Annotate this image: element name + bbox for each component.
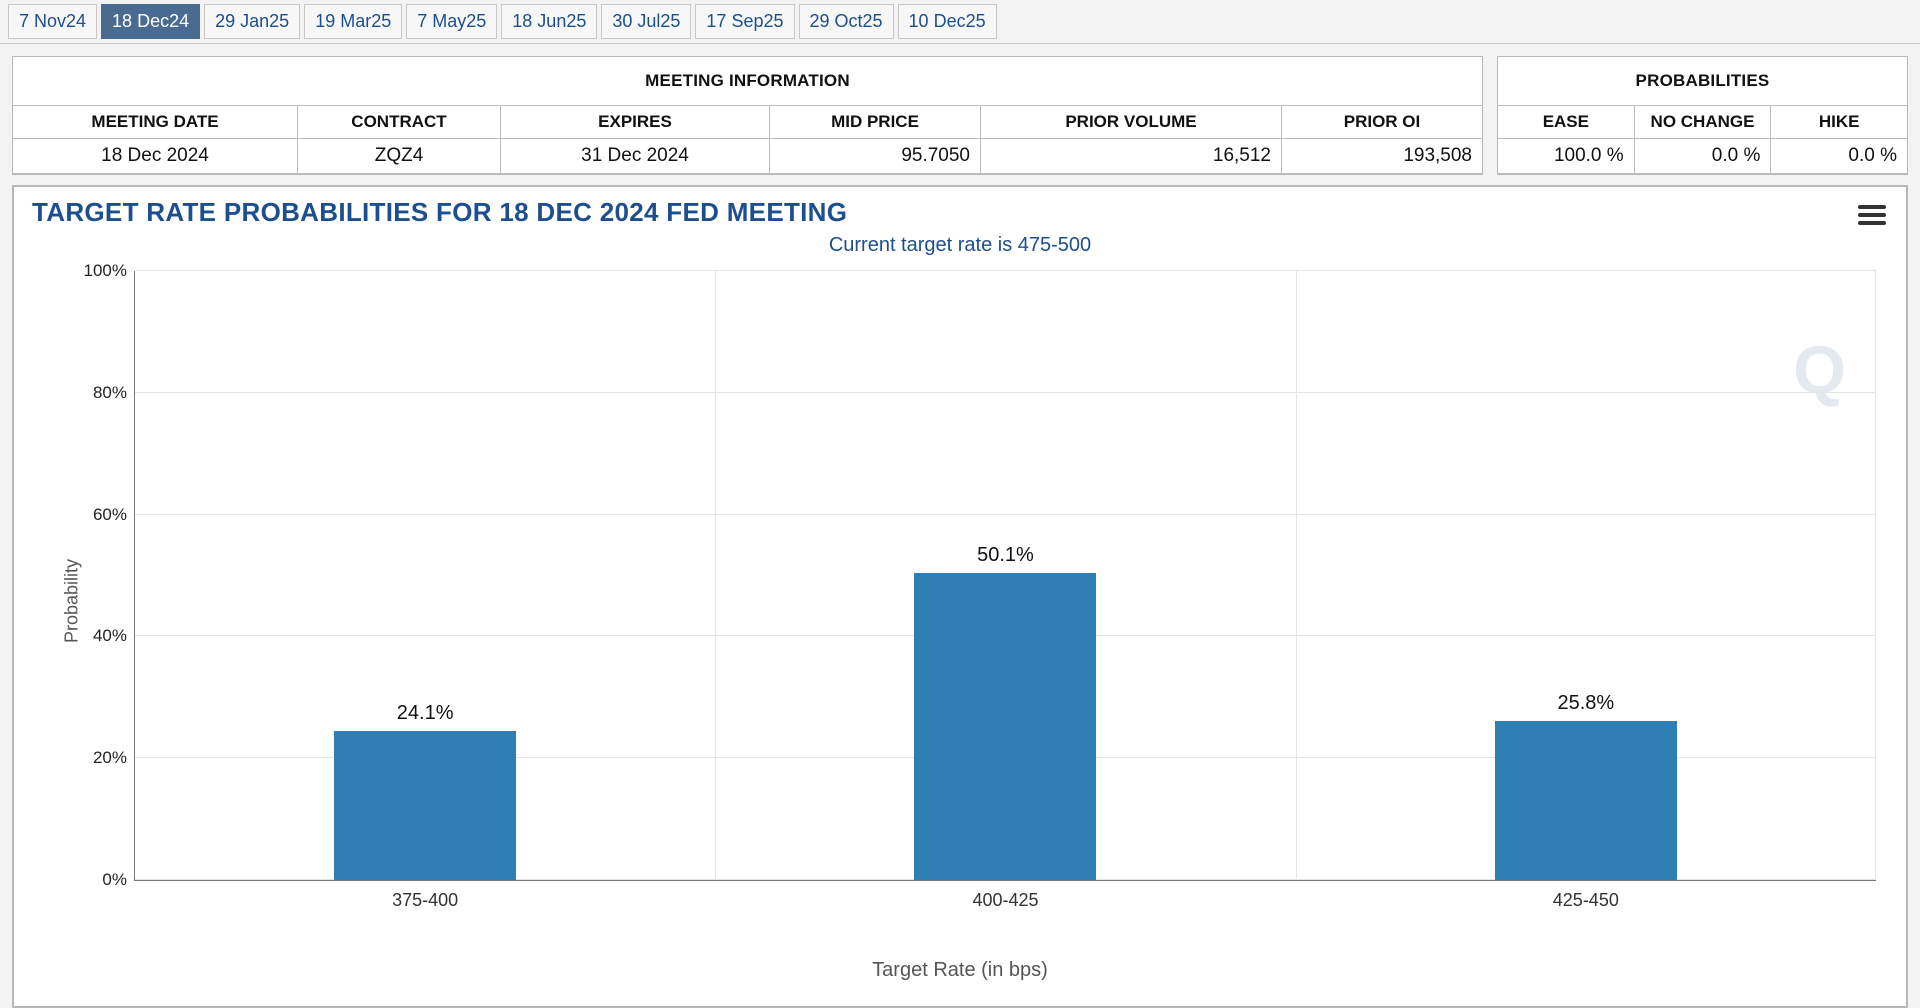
tab-10dec25[interactable]: 10 Dec25 (898, 4, 997, 39)
y-tick-label: 20% (77, 748, 127, 768)
info-tables-row: MEETING INFORMATION MEETING DATE CONTRAC… (0, 44, 1920, 175)
val-hike: 0.0 % (1771, 139, 1907, 174)
tab-18jun25[interactable]: 18 Jun25 (501, 4, 597, 39)
bar-value-label: 24.1% (397, 702, 454, 725)
bar-slot: 24.1%375-400 (135, 271, 715, 880)
val-expires: 31 Dec 2024 (501, 139, 770, 174)
val-prior-oi: 193,508 (1282, 139, 1482, 174)
bar-400-425[interactable] (914, 573, 1096, 880)
tab-7nov24[interactable]: 7 Nov24 (8, 4, 97, 39)
col-ease: EASE (1498, 106, 1635, 139)
col-expires: EXPIRES (501, 106, 770, 139)
val-no-change: 0.0 % (1635, 139, 1772, 174)
x-tick-label: 375-400 (392, 880, 458, 911)
meeting-info-table: MEETING INFORMATION MEETING DATE CONTRAC… (12, 56, 1483, 175)
probabilities-title: PROBABILITIES (1498, 57, 1907, 106)
bar-value-label: 50.1% (977, 544, 1034, 567)
col-prior-volume: PRIOR VOLUME (981, 106, 1282, 139)
val-contract: ZQZ4 (298, 139, 501, 174)
tab-18dec24[interactable]: 18 Dec24 (101, 4, 200, 39)
val-meeting-date: 18 Dec 2024 (13, 139, 298, 174)
bar-slot: 50.1%400-425 (715, 271, 1295, 880)
chart-menu-icon[interactable] (1858, 201, 1886, 229)
y-tick-label: 60% (77, 505, 127, 525)
val-prior-volume: 16,512 (981, 139, 1282, 174)
x-tick-label: 400-425 (972, 880, 1038, 911)
y-tick-label: 100% (77, 261, 127, 281)
vgridline (1875, 271, 1876, 880)
chart-area: Probability Q 0%20%40%60%80%100%24.1%375… (74, 261, 1886, 941)
tab-29jan25[interactable]: 29 Jan25 (204, 4, 300, 39)
chart-subtitle: Current target rate is 475-500 (14, 232, 1906, 261)
bar-425-450[interactable] (1495, 721, 1677, 880)
val-mid-price: 95.7050 (770, 139, 981, 174)
col-meeting-date: MEETING DATE (13, 106, 298, 139)
tab-29oct25[interactable]: 29 Oct25 (799, 4, 894, 39)
meeting-info-title: MEETING INFORMATION (13, 57, 1482, 106)
tab-17sep25[interactable]: 17 Sep25 (695, 4, 794, 39)
y-tick-label: 80% (77, 383, 127, 403)
col-no-change: NO CHANGE (1635, 106, 1772, 139)
probabilities-table: PROBABILITIES EASE NO CHANGE HIKE 100.0 … (1497, 56, 1908, 175)
col-mid-price: MID PRICE (770, 106, 981, 139)
col-contract: CONTRACT (298, 106, 501, 139)
x-axis-label: Target Rate (in bps) (14, 957, 1906, 1006)
tab-30jul25[interactable]: 30 Jul25 (601, 4, 691, 39)
date-tabs: 7 Nov2418 Dec2429 Jan2519 Mar257 May2518… (0, 0, 1920, 44)
bar-375-400[interactable] (334, 731, 516, 880)
bar-slot: 25.8%425-450 (1296, 271, 1876, 880)
y-tick-label: 0% (77, 870, 127, 890)
col-hike: HIKE (1771, 106, 1907, 139)
bar-value-label: 25.8% (1557, 692, 1614, 715)
tab-19mar25[interactable]: 19 Mar25 (304, 4, 402, 39)
tab-7may25[interactable]: 7 May25 (406, 4, 497, 39)
val-ease: 100.0 % (1498, 139, 1635, 174)
chart-panel: TARGET RATE PROBABILITIES FOR 18 DEC 202… (12, 185, 1908, 1008)
plot-area: Q 0%20%40%60%80%100%24.1%375-40050.1%400… (134, 271, 1876, 881)
y-tick-label: 40% (77, 626, 127, 646)
x-tick-label: 425-450 (1553, 880, 1619, 911)
col-prior-oi: PRIOR OI (1282, 106, 1482, 139)
chart-title: TARGET RATE PROBABILITIES FOR 18 DEC 202… (14, 187, 1906, 232)
